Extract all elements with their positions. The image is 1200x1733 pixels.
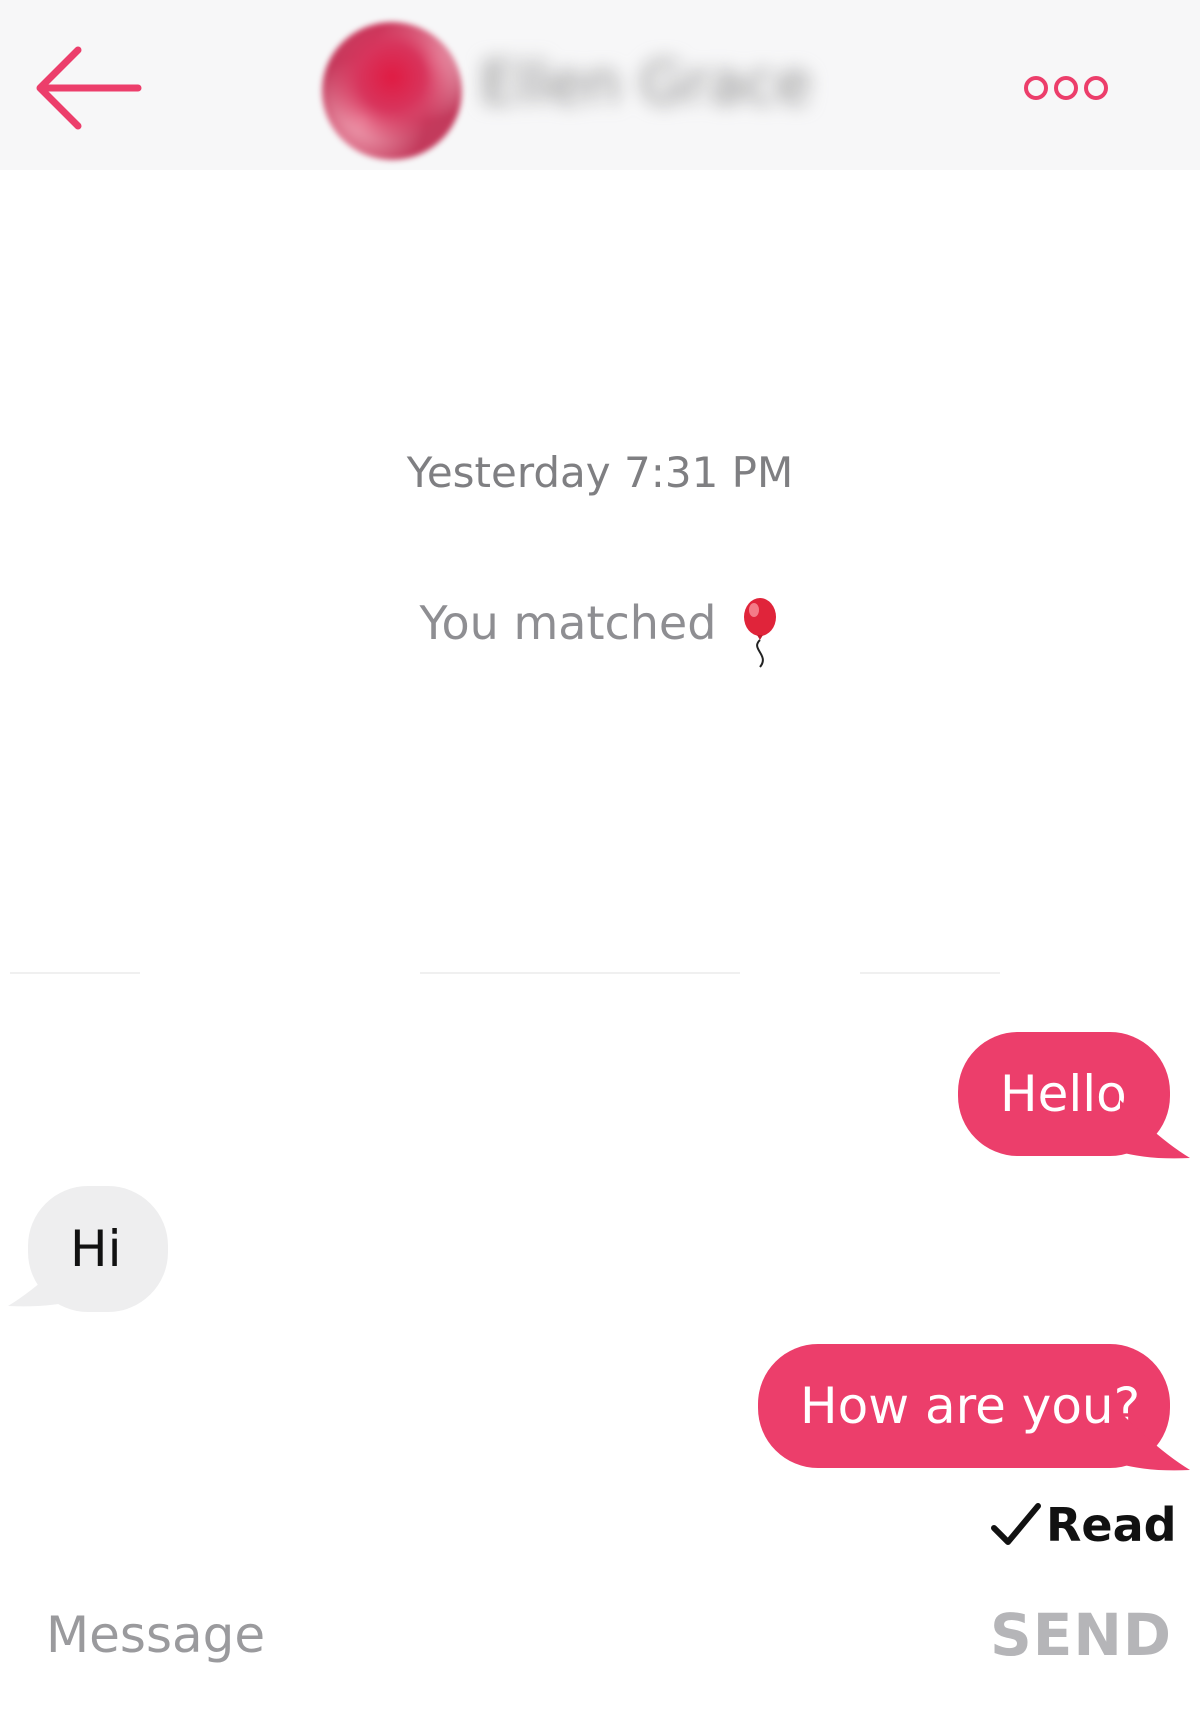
bubble-tail <box>1120 1412 1190 1471</box>
message-composer: SEND <box>0 1575 1200 1715</box>
chat-header: Ellen Grace <box>0 0 1200 170</box>
divider <box>860 972 1000 974</box>
message-text: Hello <box>1000 1065 1127 1123</box>
contact-name[interactable]: Ellen Grace <box>480 48 888 118</box>
message-text: How are you? <box>800 1377 1141 1435</box>
message-input[interactable] <box>40 1595 852 1675</box>
more-options-icon <box>1024 76 1048 100</box>
balloon-icon <box>744 598 777 668</box>
bubble-tail <box>1120 1100 1190 1159</box>
match-notice: You matched <box>0 596 1200 669</box>
divider <box>420 972 740 974</box>
message-bubble-incoming[interactable]: Hi <box>28 1186 168 1312</box>
more-options-icon <box>1084 76 1108 100</box>
message-text: Hi <box>70 1220 122 1278</box>
arrow-left-icon <box>36 46 142 130</box>
send-button[interactable]: SEND <box>990 1595 1172 1675</box>
conversation-timestamp: Yesterday 7:31 PM <box>406 448 794 497</box>
back-button[interactable] <box>28 40 152 136</box>
message-bubble-outgoing[interactable]: How are you? <box>758 1344 1170 1468</box>
more-options-button[interactable] <box>1024 68 1108 108</box>
more-options-icon <box>1054 76 1078 100</box>
divider <box>10 972 140 974</box>
read-receipt: Read <box>990 1498 1177 1552</box>
read-receipt-label: Read <box>1046 1498 1177 1552</box>
match-notice-label: You matched <box>419 596 717 650</box>
contact-avatar[interactable] <box>322 22 462 160</box>
checkmark-icon <box>991 1503 1041 1545</box>
